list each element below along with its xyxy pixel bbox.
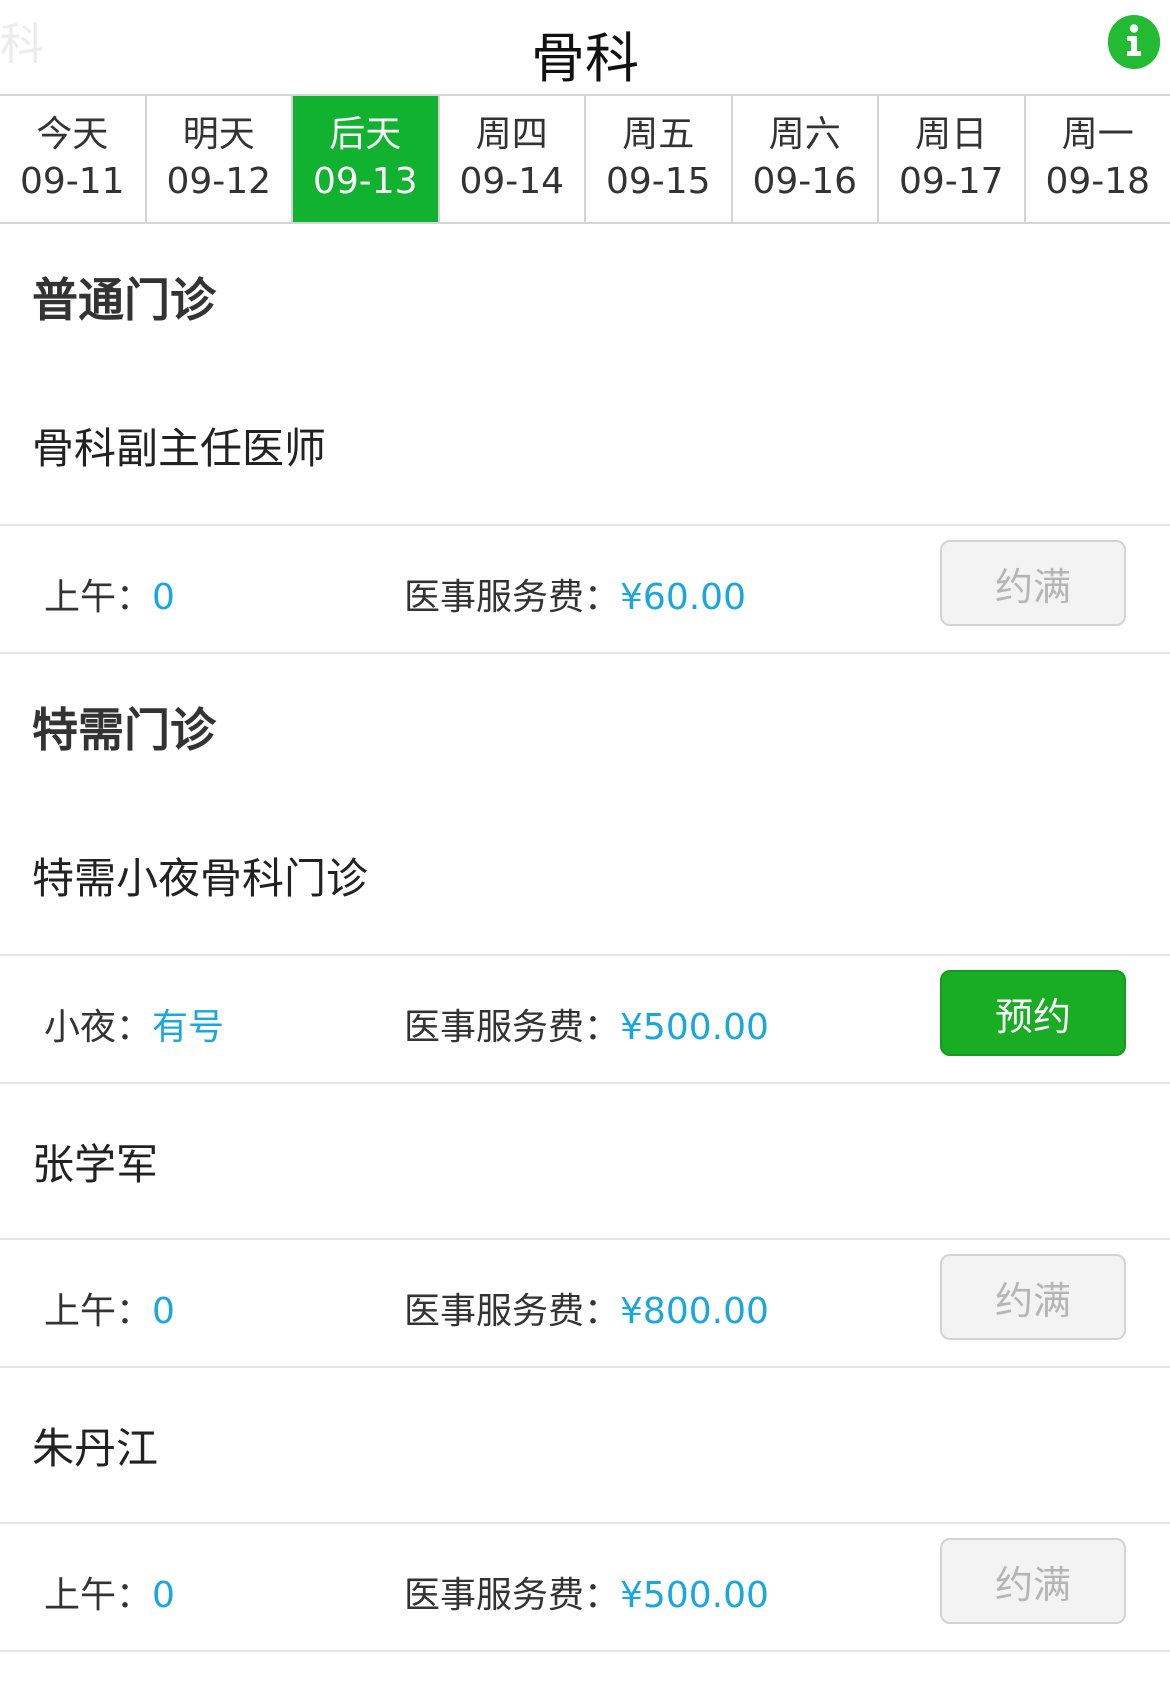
date-tab-1[interactable]: 明天 09-12 bbox=[147, 96, 293, 222]
service-fee: 医事服务费：¥800.00 bbox=[404, 1282, 769, 1334]
section-title-regular: 普通门诊 bbox=[32, 273, 216, 327]
slot-row: 上午：0 医事服务费：¥500.00 约满 bbox=[0, 1522, 1170, 1652]
date-tab-day: 今天 bbox=[36, 114, 109, 155]
slot-period: 上午： bbox=[44, 1575, 153, 1616]
slot-period: 小夜： bbox=[44, 1007, 153, 1048]
page: 科 骨科 今天 09-11 明天 09-12 后天 09-13 周四 09-14… bbox=[0, 0, 1170, 1681]
date-tab-day: 周六 bbox=[768, 114, 841, 155]
slot-label: 上午：0 bbox=[44, 568, 175, 620]
service-fee: 医事服务费：¥500.00 bbox=[404, 998, 769, 1050]
date-tab-date: 09-11 bbox=[19, 161, 125, 202]
schedule-list: 普通门诊 骨科副主任医师 上午：0 医事服务费：¥60.00 约满 特需门诊 特… bbox=[0, 224, 1170, 1652]
date-tab-date: 09-18 bbox=[1045, 161, 1151, 202]
fully-booked-button[interactable]: 约满 bbox=[940, 540, 1126, 626]
fee-label: 医事服务费： bbox=[404, 577, 621, 618]
info-circle-icon bbox=[1108, 15, 1160, 71]
fully-booked-button[interactable]: 约满 bbox=[940, 1254, 1126, 1340]
slot-count: 0 bbox=[152, 1291, 175, 1332]
fully-booked-button[interactable]: 约满 bbox=[940, 1538, 1126, 1624]
fee-value: ¥500.00 bbox=[620, 1575, 769, 1616]
fee-label: 医事服务费： bbox=[404, 1575, 621, 1616]
date-tab-4[interactable]: 周五 09-15 bbox=[586, 96, 733, 222]
date-tab-date: 09-16 bbox=[752, 161, 858, 202]
slot-count: 0 bbox=[152, 1575, 175, 1616]
service-fee: 医事服务费：¥60.00 bbox=[404, 568, 746, 620]
doctor-name: 朱丹江 bbox=[32, 1423, 159, 1473]
slot-row: 上午：0 医事服务费：¥60.00 约满 bbox=[0, 524, 1170, 654]
date-tab-date: 09-17 bbox=[898, 161, 1004, 202]
date-tab-day: 周四 bbox=[475, 114, 548, 155]
date-tab-2[interactable]: 后天 09-13 bbox=[293, 96, 440, 222]
date-tab-0[interactable]: 今天 09-11 bbox=[0, 96, 147, 222]
slot-label: 上午：0 bbox=[44, 1566, 175, 1618]
slot-label: 小夜：有号 bbox=[44, 998, 224, 1050]
slot-label: 上午：0 bbox=[44, 1282, 175, 1334]
nav-bar: 科 骨科 bbox=[0, 0, 1170, 94]
slot-row: 上午：0 医事服务费：¥800.00 约满 bbox=[0, 1238, 1170, 1368]
date-tab-day: 周日 bbox=[915, 114, 988, 155]
date-tab-day: 周一 bbox=[1061, 114, 1134, 155]
fee-label: 医事服务费： bbox=[404, 1007, 621, 1048]
slot-row: 小夜：有号 医事服务费：¥500.00 预约 bbox=[0, 954, 1170, 1084]
doctor-name: 张学军 bbox=[32, 1139, 159, 1189]
info-button[interactable] bbox=[1108, 15, 1160, 71]
slot-period: 上午： bbox=[44, 577, 153, 618]
date-tab-7[interactable]: 周一 09-18 bbox=[1026, 96, 1170, 222]
date-tab-date: 09-13 bbox=[312, 161, 418, 202]
book-appointment-button[interactable]: 预约 bbox=[940, 970, 1126, 1056]
slot-count: 有号 bbox=[152, 1007, 225, 1048]
fee-value: ¥60.00 bbox=[620, 577, 746, 618]
date-tab-day: 明天 bbox=[182, 114, 255, 155]
date-tab-day: 周五 bbox=[622, 114, 695, 155]
fee-value: ¥500.00 bbox=[620, 1007, 769, 1048]
slot-count: 0 bbox=[152, 577, 175, 618]
date-tab-date: 09-14 bbox=[459, 161, 565, 202]
date-tab-date: 09-15 bbox=[605, 161, 711, 202]
date-tab-day: 后天 bbox=[329, 114, 402, 155]
doctor-name: 骨科副主任医师 bbox=[32, 423, 327, 473]
page-title: 骨科 bbox=[531, 27, 639, 90]
fee-label: 医事服务费： bbox=[404, 1291, 621, 1332]
fee-value: ¥800.00 bbox=[620, 1291, 769, 1332]
date-tab-6[interactable]: 周日 09-17 bbox=[879, 96, 1026, 222]
slot-period: 上午： bbox=[44, 1291, 153, 1332]
section-title-special: 特需门诊 bbox=[32, 703, 216, 757]
service-fee: 医事服务费：¥500.00 bbox=[404, 1566, 769, 1618]
date-tab-date: 09-12 bbox=[166, 161, 272, 202]
date-tab-5[interactable]: 周六 09-16 bbox=[733, 96, 879, 222]
doctor-name: 特需小夜骨科门诊 bbox=[32, 853, 369, 903]
date-tab-3[interactable]: 周四 09-14 bbox=[440, 96, 586, 222]
date-tab-bar: 今天 09-11 明天 09-12 后天 09-13 周四 09-14 周五 0… bbox=[0, 94, 1170, 224]
